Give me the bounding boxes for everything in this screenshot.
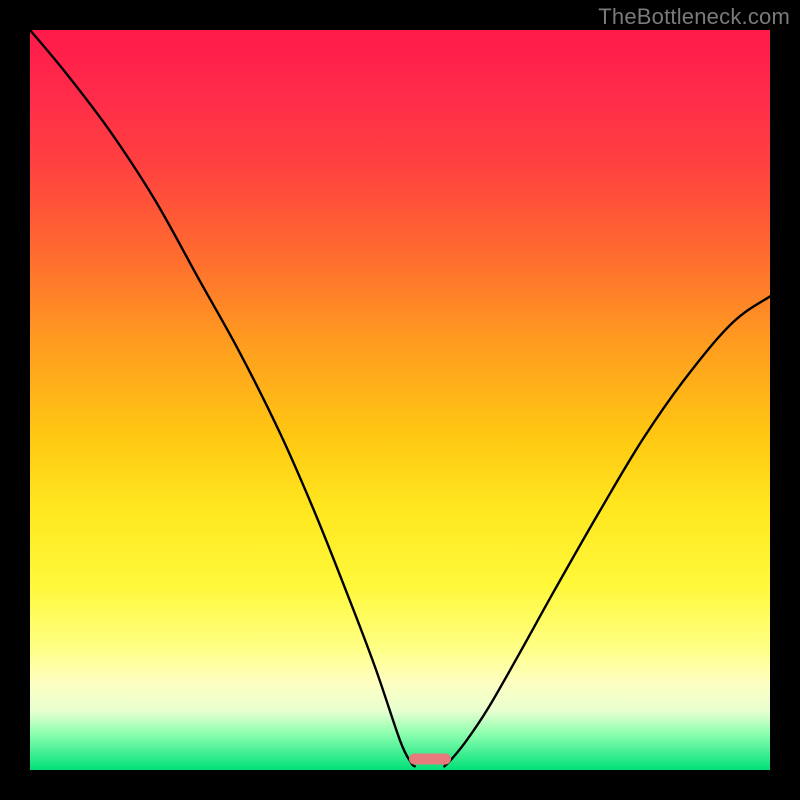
outer-frame: TheBottleneck.com [0,0,800,800]
watermark-text: TheBottleneck.com [598,4,790,30]
curve-right [444,296,770,766]
min-marker [409,753,451,764]
curve-svg [30,30,770,770]
plot-area [30,30,770,770]
curve-left [30,30,415,766]
